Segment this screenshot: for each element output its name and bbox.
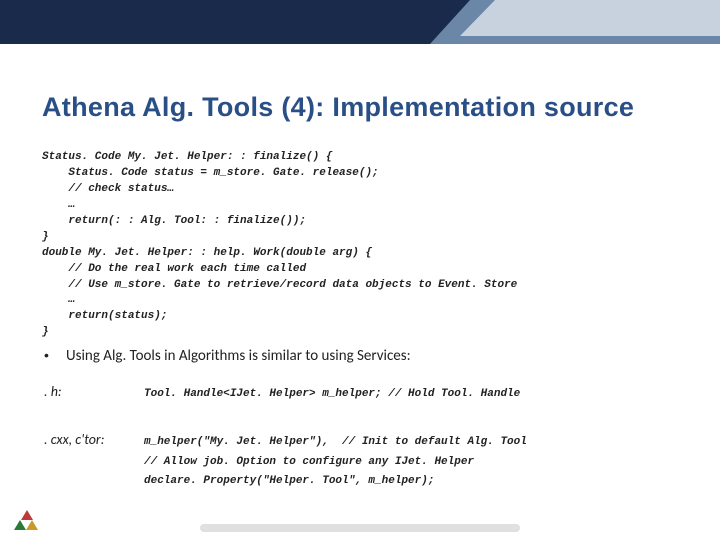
- slide-content: Status. Code My. Jet. Helper: : finalize…: [42, 150, 680, 503]
- code-block-main: Status. Code My. Jet. Helper: : finalize…: [42, 150, 680, 341]
- file-label-cxx: . cxx, c'tor:: [42, 430, 144, 450]
- file-row-cxx: . cxx, c'tor: m_helper("My. Jet. Helper"…: [42, 422, 680, 503]
- bullet-text: Using Alg. Tools in Algorithms is simila…: [66, 346, 411, 368]
- bullet-item: • Using Alg. Tools in Algorithms is simi…: [42, 345, 680, 368]
- file-label-h: . h:: [42, 382, 144, 402]
- header-accent-2: [460, 0, 720, 36]
- file-row-h: . h: Tool. Handle<IJet. Helper> m_helper…: [42, 374, 680, 416]
- footer-decoration: [200, 524, 520, 532]
- file-code-cxx: m_helper("My. Jet. Helper"), // Init to …: [144, 433, 527, 492]
- file-code-h: Tool. Handle<IJet. Helper> m_helper; // …: [144, 385, 520, 405]
- logo-icon: [14, 510, 38, 530]
- slide-title: Athena Alg. Tools (4): Implementation so…: [42, 92, 634, 123]
- bullet-dot: •: [42, 345, 66, 365]
